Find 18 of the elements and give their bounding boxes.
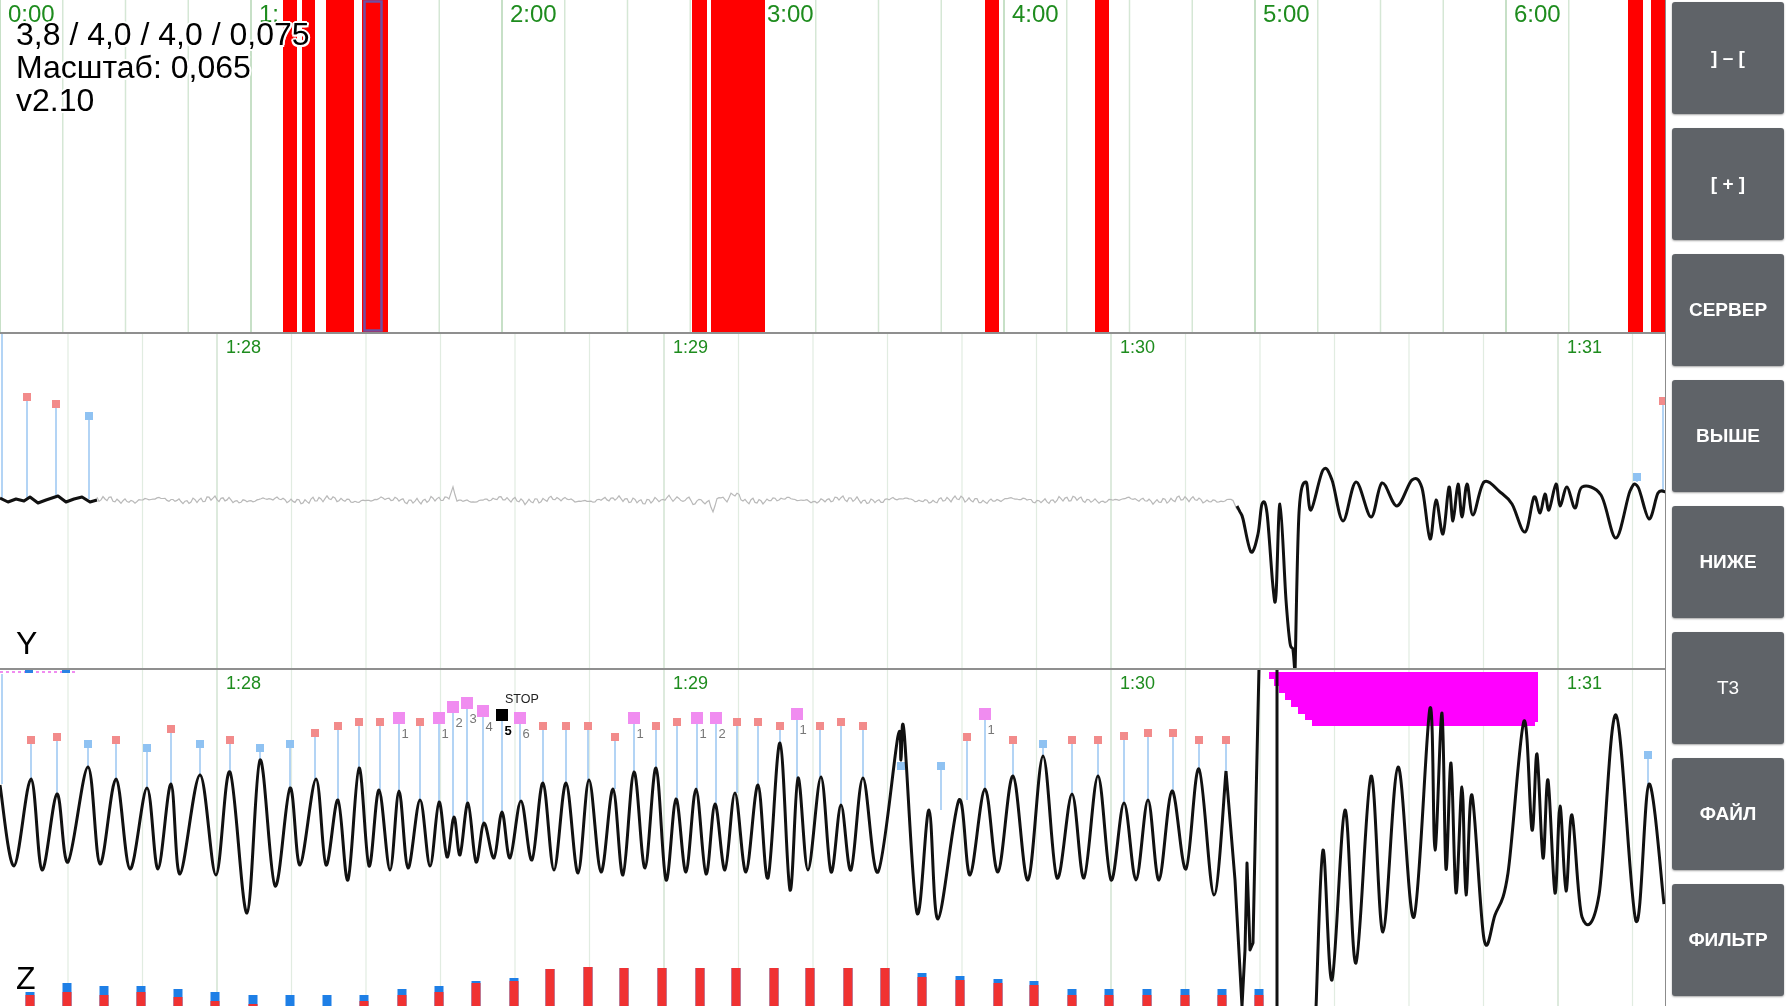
status-text: Масштаб: 0,065 [16, 51, 251, 84]
side-button[interactable]: ФИЛЬТР [1672, 884, 1784, 996]
time-label: 1:31 [1567, 673, 1603, 693]
time-label: 1:30 [1120, 337, 1156, 357]
side-button[interactable]: СЕРВЕР [1672, 254, 1784, 366]
side-button[interactable]: ВЫШЕ [1672, 380, 1784, 492]
side-button[interactable]: ] – [ [1672, 2, 1784, 114]
status-text: v2.10 [16, 84, 95, 117]
side-button[interactable]: ФАЙЛ [1672, 758, 1784, 870]
time-label: 1:31 [1567, 337, 1603, 357]
side-button[interactable]: Т3 [1672, 632, 1784, 744]
time-label: 1:29 [673, 337, 709, 357]
peak-marker [1644, 751, 1652, 785]
side-button[interactable]: [ + ] [1672, 128, 1784, 240]
channel-label: Z [16, 960, 36, 996]
side-button[interactable]: НИЖЕ [1672, 506, 1784, 618]
time-label: 1:28 [226, 337, 262, 357]
channel-label: Y [16, 625, 38, 661]
